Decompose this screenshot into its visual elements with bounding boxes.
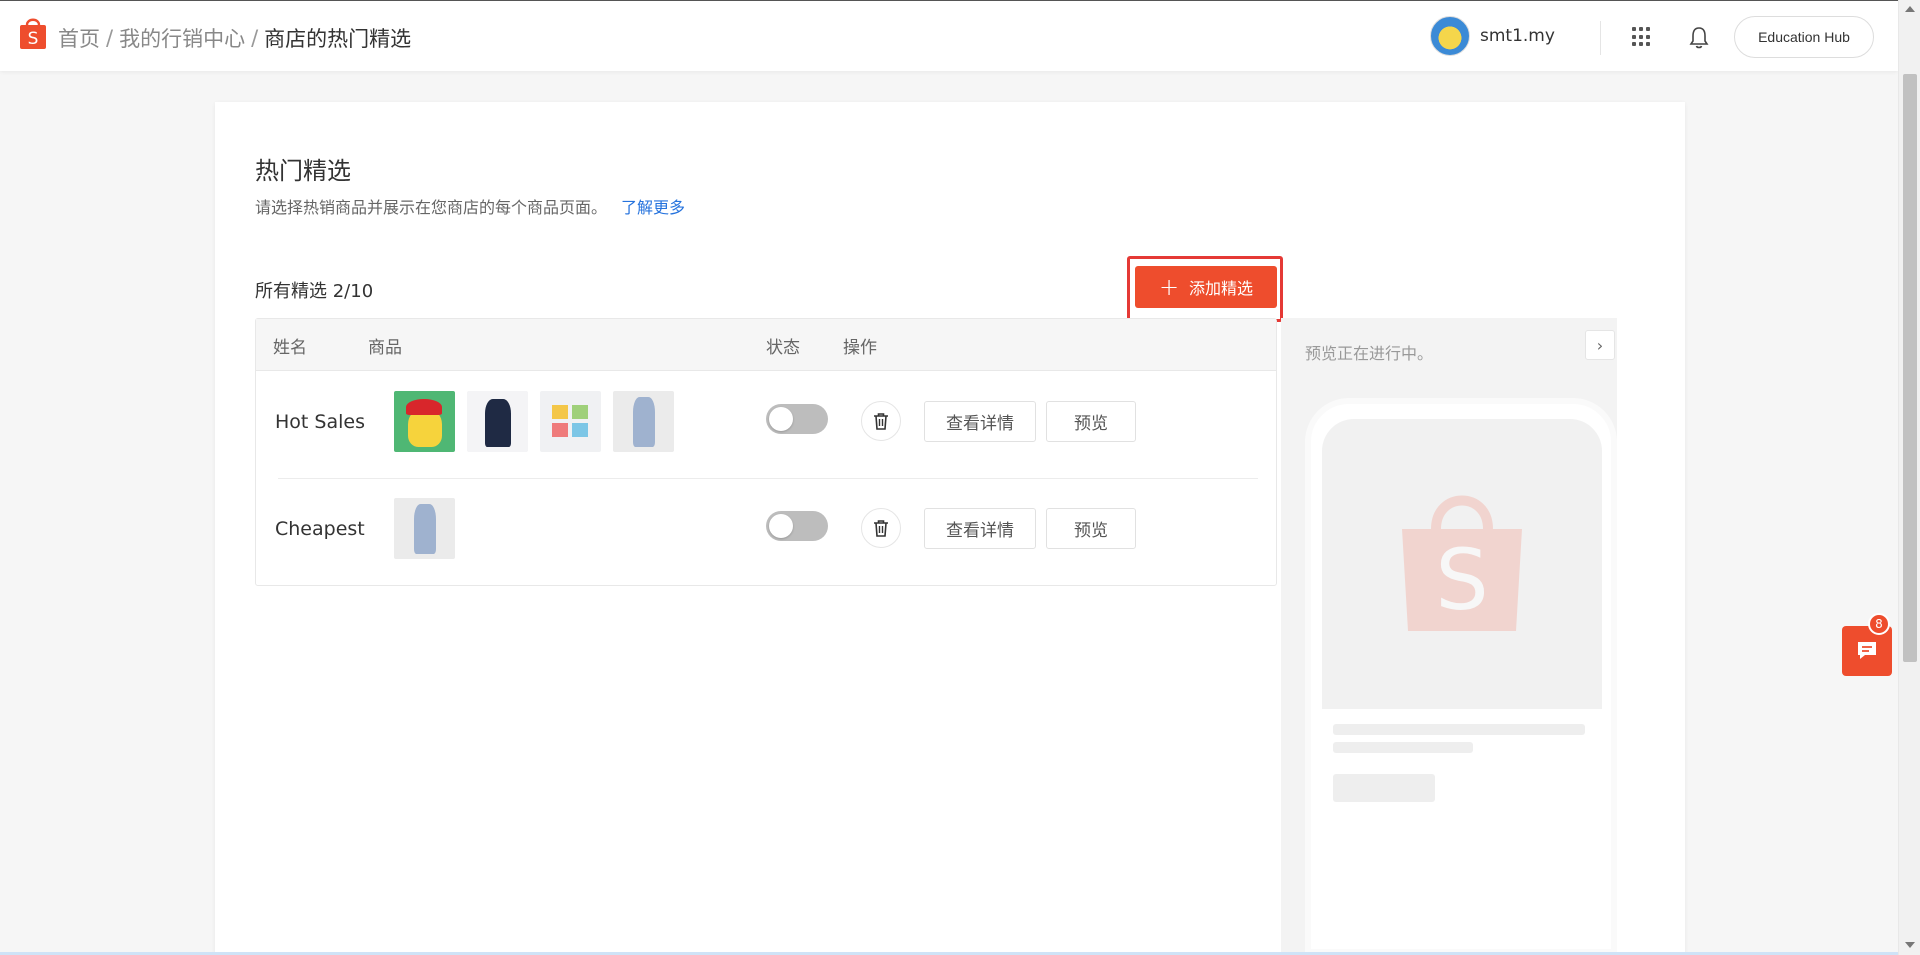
collection-name: Hot Sales <box>275 411 365 433</box>
product-thumbnail[interactable] <box>540 391 601 452</box>
page-description: 请选择热销商品并展示在您商店的每个商品页面。 了解更多 <box>255 198 686 217</box>
placeholder-line <box>1333 742 1473 753</box>
preview-button[interactable]: 预览 <box>1046 401 1136 442</box>
delete-button[interactable] <box>861 508 901 548</box>
breadcrumb-home[interactable]: 首页 <box>58 23 100 53</box>
chevron-right-icon[interactable]: › <box>1585 330 1615 360</box>
preview-panel: 预览正在进行中。 › S <box>1281 318 1617 955</box>
header-actions: 操作 <box>843 338 877 358</box>
trash-icon <box>874 520 888 537</box>
top-picks-table: 姓名 商品 状态 操作 Hot Sales 查看详情 预览 Cheapest 查… <box>255 318 1277 586</box>
scrollbar[interactable] <box>1898 0 1920 955</box>
product-thumbnail[interactable] <box>467 391 528 452</box>
bell-icon[interactable] <box>1688 25 1710 49</box>
chat-unread-badge: 8 <box>1868 613 1890 635</box>
phone-screen-placeholder: S <box>1322 419 1602 709</box>
main-card: 热门精选 请选择热销商品并展示在您商店的每个商品页面。 了解更多 所有精选 2/1… <box>215 102 1685 955</box>
preview-status-text: 预览正在进行中。 <box>1305 344 1434 363</box>
table-header: 姓名 商品 状态 操作 <box>256 319 1276 371</box>
placeholder-block <box>1333 774 1435 802</box>
breadcrumb-marketing-centre[interactable]: 我的行销中心 <box>119 23 245 53</box>
shopee-logo-icon[interactable]: S <box>18 15 48 51</box>
scroll-down-icon[interactable] <box>1905 942 1915 948</box>
shopee-bag-icon: S <box>1402 495 1522 631</box>
add-top-pick-button[interactable]: + 添加精选 <box>1135 266 1277 308</box>
product-thumbnail[interactable] <box>394 498 455 559</box>
table-row: Hot Sales 查看详情 预览 <box>256 371 1276 478</box>
product-thumbnail[interactable] <box>613 391 674 452</box>
page-title: 热门精选 <box>255 157 351 185</box>
svg-text:S: S <box>1435 531 1488 629</box>
product-thumbnails <box>394 498 455 559</box>
chat-icon <box>1858 642 1876 659</box>
selection-count: 所有精选 2/10 <box>255 281 374 302</box>
top-bar: S 首页 / 我的行销中心 / 商店的热门精选 smt1.my Educatio… <box>0 0 1898 71</box>
svg-text:S: S <box>28 29 39 49</box>
delete-button[interactable] <box>861 401 901 441</box>
trash-icon <box>874 413 888 430</box>
header-products: 商品 <box>368 338 402 358</box>
preview-button[interactable]: 预览 <box>1046 508 1136 549</box>
avatar[interactable] <box>1430 16 1470 56</box>
username[interactable]: smt1.my <box>1480 26 1555 46</box>
learn-more-link[interactable]: 了解更多 <box>621 198 685 217</box>
apps-grid-icon[interactable] <box>1632 27 1652 47</box>
breadcrumb-current: 商店的热门精选 <box>264 27 412 51</box>
scrollbar-thumb[interactable] <box>1903 74 1917 662</box>
header-status: 状态 <box>766 338 800 358</box>
product-thumbnails <box>394 391 674 452</box>
scroll-up-icon[interactable] <box>1905 6 1915 12</box>
product-thumbnail[interactable] <box>394 391 455 452</box>
view-details-button[interactable]: 查看详情 <box>924 401 1036 442</box>
view-details-button[interactable]: 查看详情 <box>924 508 1036 549</box>
phone-mockup: S <box>1305 398 1617 955</box>
education-hub-button[interactable]: Education Hub <box>1734 16 1874 58</box>
header-divider <box>1600 21 1601 55</box>
header-name: 姓名 <box>273 338 307 358</box>
collection-name: Cheapest <box>275 518 365 540</box>
breadcrumb: 首页 / 我的行销中心 / 商店的热门精选 <box>58 23 411 53</box>
user-menu[interactable]: smt1.my <box>1430 16 1555 56</box>
plus-icon: + <box>1158 273 1180 301</box>
placeholder-line <box>1333 724 1585 735</box>
status-toggle[interactable] <box>766 511 828 541</box>
table-row: Cheapest 查看详情 预览 <box>256 478 1276 585</box>
status-toggle[interactable] <box>766 404 828 434</box>
